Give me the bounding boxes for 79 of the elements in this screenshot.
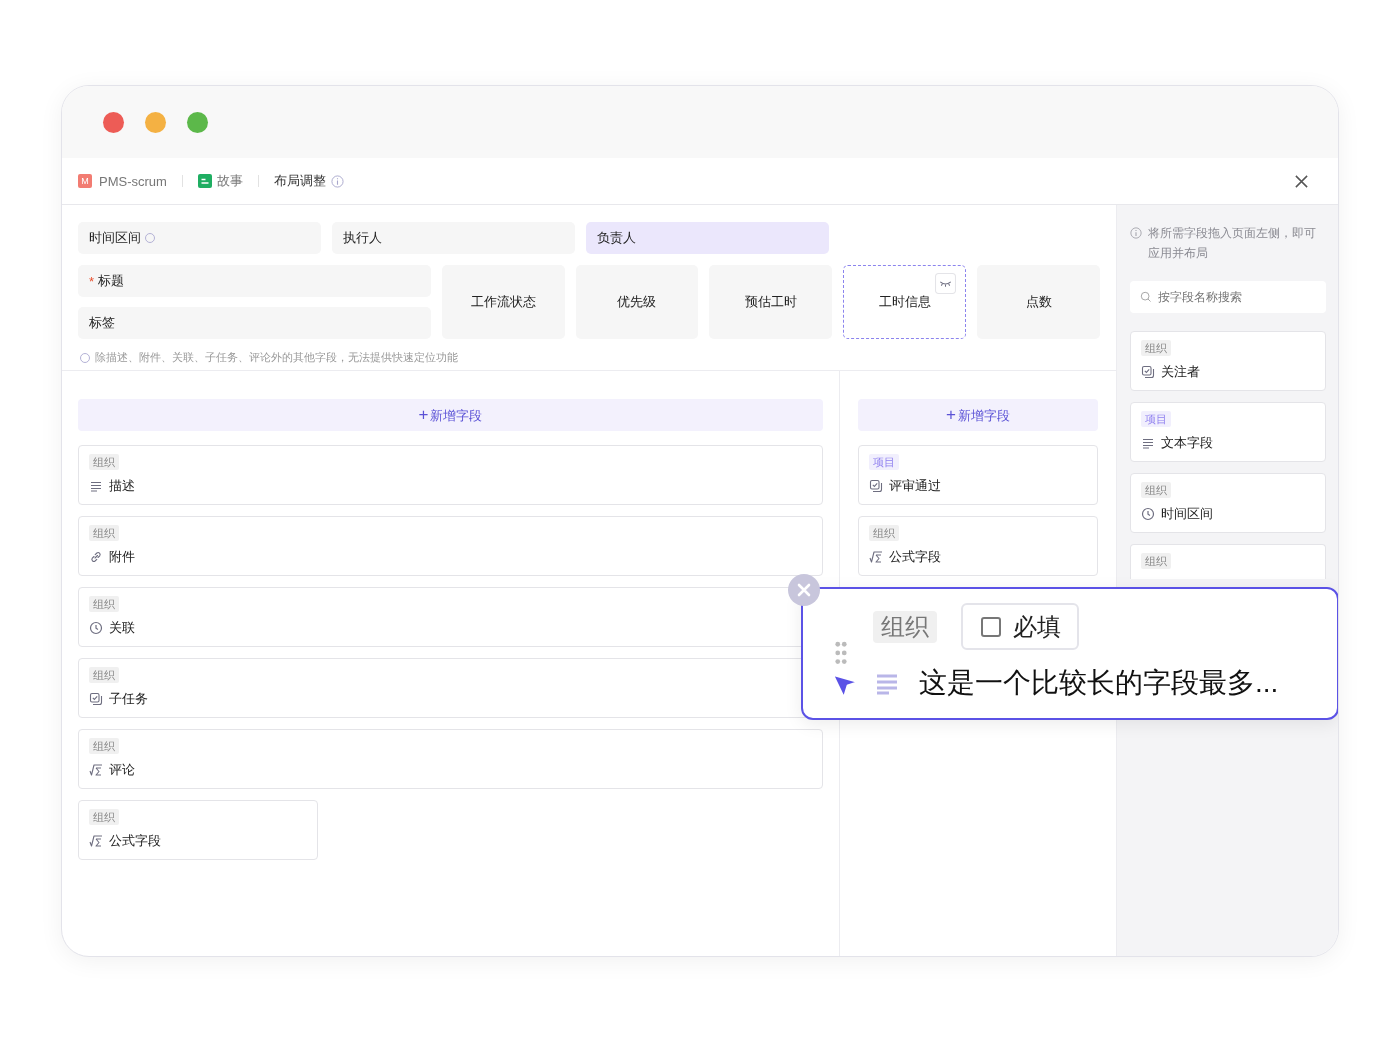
field-name: 关联 xyxy=(109,619,135,637)
sidebar-hint: 将所需字段拖入页面左侧，即可应用并布局 xyxy=(1148,225,1317,262)
add-field-button[interactable]: +新增字段 xyxy=(858,399,1098,431)
layout-field[interactable]: 执行人 xyxy=(332,222,575,254)
checkbox-stack-icon xyxy=(1141,365,1155,379)
field-tile[interactable]: 工时信息 xyxy=(843,265,967,339)
search-field[interactable]: 按字段名称搜索 xyxy=(1130,281,1326,313)
layout-field[interactable]: 标签 xyxy=(78,307,431,339)
scope-tag: 组织 xyxy=(1141,482,1171,498)
page-title: 布局调整 xyxy=(273,172,326,190)
field-card[interactable]: 组织 公式字段 xyxy=(858,516,1098,576)
field-card[interactable]: 项目 评审通过 xyxy=(858,445,1098,505)
field-card[interactable]: 项目 文本字段 xyxy=(1130,402,1326,462)
project-badge: M xyxy=(78,174,92,188)
scope-tag: 组织 xyxy=(89,667,119,683)
layout-field[interactable]: 时间区间 xyxy=(78,222,321,254)
clock-icon xyxy=(1141,507,1155,521)
field-name: 公式字段 xyxy=(889,548,941,566)
checkbox-stack-icon xyxy=(869,479,883,493)
scope-tag: 组织 xyxy=(89,454,119,470)
checkbox[interactable] xyxy=(981,616,1001,637)
field-name: 附件 xyxy=(109,548,135,566)
info-icon xyxy=(1130,227,1142,239)
field-card[interactable]: 组织 附件 xyxy=(78,516,823,576)
lines-icon xyxy=(1141,436,1155,450)
scope-tag: 组织 xyxy=(89,738,119,754)
scope-tag: 组织 xyxy=(89,809,119,825)
field-tile[interactable]: 优先级 xyxy=(575,265,699,339)
dragged-field-tooltip[interactable]: 组织 必填 这是一个比较长的字段最多... xyxy=(801,587,1338,720)
field-name: 文本字段 xyxy=(1161,434,1213,452)
required-toggle[interactable]: 必填 xyxy=(961,603,1079,650)
scope-tag: 组织 xyxy=(1141,553,1171,569)
clock-icon xyxy=(89,621,103,635)
project-link[interactable]: PMS-scrum xyxy=(99,173,167,189)
field-label: 负责人 xyxy=(597,229,636,247)
layout-field[interactable]: * 标题 xyxy=(78,265,431,297)
field-name: 评审通过 xyxy=(889,477,941,495)
add-field-button[interactable]: +新增字段 xyxy=(78,399,823,431)
field-name: 公式字段 xyxy=(109,832,161,850)
layout-field[interactable]: 负责人 xyxy=(586,222,829,254)
field-name: 时间区间 xyxy=(1161,505,1213,523)
layout-hint: 除描述、附件、关联、子任务、评论外的其他字段，无法提供快速定位功能 xyxy=(95,350,458,365)
story-link[interactable]: 故事 xyxy=(216,172,243,190)
field-name: 关注者 xyxy=(1161,363,1200,381)
field-tile[interactable]: 点数 xyxy=(977,265,1100,339)
field-label: 时间区间 xyxy=(89,229,141,247)
field-card[interactable]: 组织 时间区间 xyxy=(1130,473,1326,533)
field-name: 子任务 xyxy=(109,690,148,708)
link-icon xyxy=(89,550,103,564)
close-icon[interactable] xyxy=(1294,173,1309,189)
scope-tag: 组织 xyxy=(869,525,899,541)
scope-tag: 项目 xyxy=(869,454,899,470)
field-card[interactable]: 组织 描述 xyxy=(78,445,823,505)
scope-tag: 组织 xyxy=(89,525,119,541)
field-card[interactable]: 组织 评论 xyxy=(78,729,823,789)
field-tile[interactable]: 预估工时 xyxy=(709,265,833,339)
zoom-window-button[interactable] xyxy=(187,111,208,133)
scope-tag: 组织 xyxy=(89,596,119,612)
lines-icon xyxy=(89,479,103,493)
story-icon xyxy=(197,174,212,188)
scope-tag: 组织 xyxy=(873,610,937,643)
field-name: 描述 xyxy=(109,477,135,495)
field-label: 执行人 xyxy=(343,229,382,247)
formula-icon xyxy=(869,550,883,564)
scope-tag: 项目 xyxy=(1141,411,1171,427)
minimize-window-button[interactable] xyxy=(145,111,166,133)
field-name: 评论 xyxy=(109,761,135,779)
field-card[interactable]: 组织 关注者 xyxy=(1130,331,1326,391)
field-card[interactable]: 组织 公式字段 xyxy=(78,800,318,860)
close-window-button[interactable] xyxy=(103,111,124,133)
formula-icon xyxy=(89,834,103,848)
scope-tag: 组织 xyxy=(1141,340,1171,356)
info-icon[interactable] xyxy=(330,174,344,188)
field-tile[interactable]: 工作流状态 xyxy=(441,265,565,339)
eye-closed-icon[interactable] xyxy=(935,273,957,294)
formula-icon xyxy=(89,763,103,777)
field-name: 这是一个比较长的字段最多... xyxy=(919,666,1279,700)
checkbox-stack-icon xyxy=(89,692,103,706)
drag-handle-icon[interactable] xyxy=(834,641,848,667)
